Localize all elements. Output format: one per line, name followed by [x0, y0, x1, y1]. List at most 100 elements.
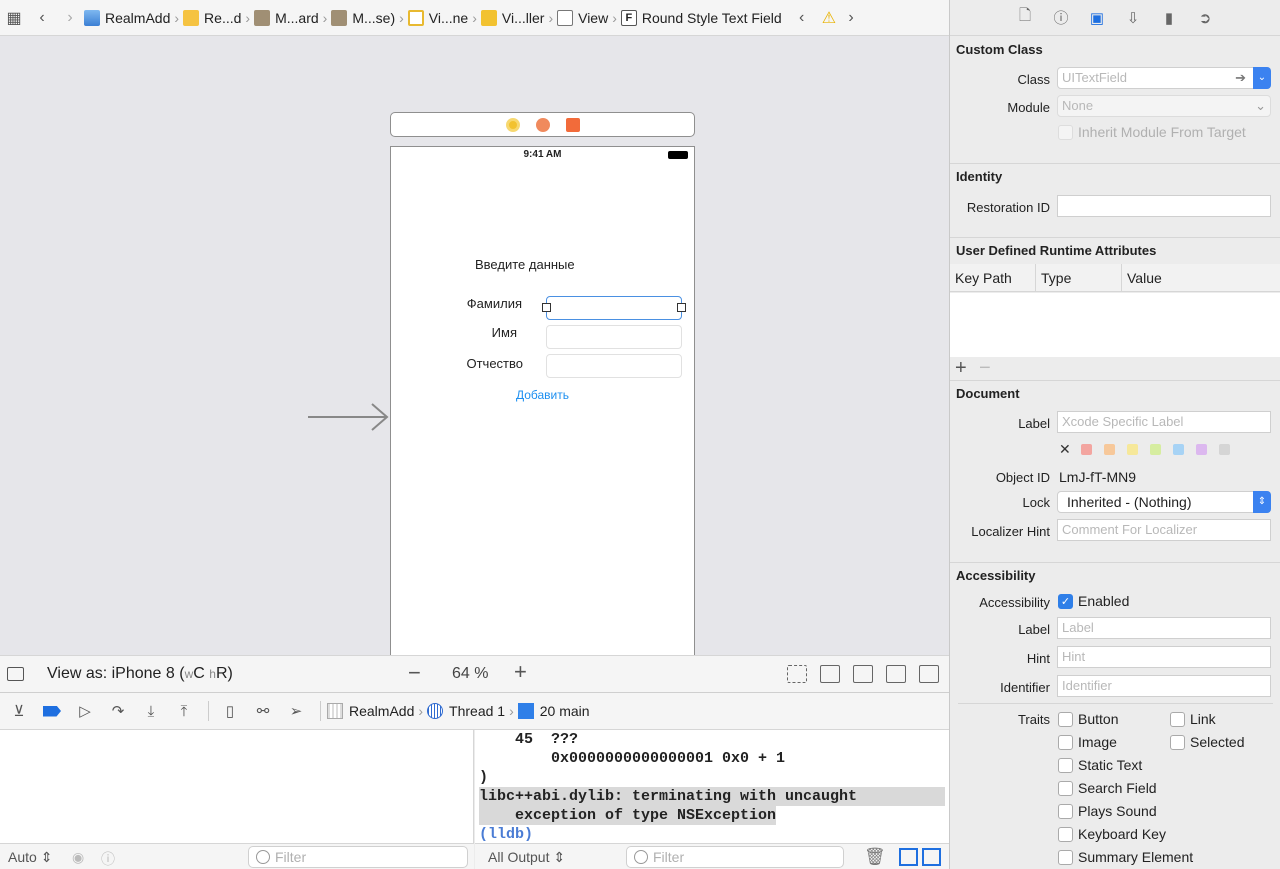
trait-summary-element-checkbox[interactable]	[1058, 850, 1073, 865]
storyboard-canvas[interactable]: 9:41 AM Введите данные Фамилия Имя Отчес…	[0, 36, 949, 655]
acc-label-field[interactable]: Label	[1057, 617, 1271, 639]
attributes-inspector-icon[interactable]: ⇩	[1122, 7, 1144, 29]
file-inspector-icon[interactable]: 🗋	[1014, 7, 1036, 29]
info-icon[interactable]: ⓘ	[101, 849, 115, 869]
console-output[interactable]: 45 ??? 0x0000000000000001 0x0 + 1) libc++…	[475, 730, 949, 843]
resize-handle-right[interactable]	[677, 303, 686, 312]
inherit-module-checkbox[interactable]	[1058, 125, 1073, 140]
key-path-column[interactable]: Key Path	[955, 270, 1012, 286]
trait-button-checkbox[interactable]	[1058, 712, 1073, 727]
size-inspector-icon[interactable]: ▮	[1158, 7, 1180, 29]
crumb-view[interactable]: View	[557, 9, 608, 26]
color-swatch-gray[interactable]	[1219, 444, 1230, 455]
debug-crumb-thread[interactable]: Thread 1	[427, 703, 505, 719]
last-name-text-field[interactable]	[546, 296, 682, 320]
crumb-folder[interactable]: Re...d	[183, 9, 241, 26]
type-column[interactable]: Type	[1041, 270, 1071, 286]
color-swatch-red[interactable]	[1081, 444, 1092, 455]
trait-link-checkbox[interactable]	[1170, 712, 1185, 727]
crumb-project[interactable]: RealmAdd	[84, 9, 170, 26]
view-controller-icon[interactable]	[505, 117, 520, 132]
identity-inspector-icon[interactable]: ▣	[1086, 7, 1108, 29]
entry-point-arrow-icon[interactable]	[308, 402, 390, 432]
class-field[interactable]: UITextField ➔ ⌄	[1057, 67, 1271, 89]
variables-view[interactable]	[0, 730, 474, 843]
crumb-view-controller[interactable]: Vi...ller	[480, 9, 544, 26]
form-title-label[interactable]: Введите данные	[475, 257, 575, 272]
no-color-x-icon[interactable]: ✕	[1059, 441, 1071, 458]
color-swatch-yellow[interactable]	[1127, 444, 1138, 455]
variables-scope-popup[interactable]: Auto ⇕	[8, 849, 52, 866]
lock-popup[interactable]: Inherited - (Nothing) ⇕	[1057, 491, 1271, 513]
crumb-scene[interactable]: Vi...ne	[407, 9, 468, 26]
class-dropdown-chevron-icon[interactable]: ⌄	[1253, 67, 1271, 89]
accessibility-enabled-checkbox[interactable]: ✓	[1058, 594, 1073, 609]
runtime-attributes-list[interactable]	[950, 293, 1280, 357]
acc-identifier-field[interactable]: Identifier	[1057, 675, 1271, 697]
hide-debug-area-icon[interactable]: ⊻	[4, 696, 34, 726]
related-items-icon[interactable]: ▦	[0, 0, 28, 35]
module-field[interactable]: None ⌄	[1057, 95, 1271, 117]
eye-icon[interactable]: ◉	[72, 849, 84, 866]
simulate-location-icon[interactable]: ➢	[281, 696, 311, 726]
debug-view-hierarchy-icon[interactable]: ▯	[215, 696, 245, 726]
output-scope-popup[interactable]: All Output ⇕	[488, 849, 565, 866]
color-swatch-blue[interactable]	[1173, 444, 1184, 455]
crumb-storyboard[interactable]: M...ard	[254, 9, 319, 26]
step-into-icon[interactable]: ⤓	[136, 696, 166, 726]
restoration-id-field[interactable]	[1057, 195, 1271, 217]
trait-plays-sound-checkbox[interactable]	[1058, 804, 1073, 819]
crumb-text-field[interactable]: F Round Style Text Field	[620, 9, 782, 26]
color-swatch-orange[interactable]	[1104, 444, 1115, 455]
debug-crumb-target[interactable]: RealmAdd	[327, 703, 414, 719]
acc-hint-field[interactable]: Hint	[1057, 646, 1271, 668]
step-out-icon[interactable]: ⤒	[169, 696, 199, 726]
back-chevron-icon[interactable]: ‹	[28, 0, 56, 35]
add-constraints-icon[interactable]	[886, 665, 906, 683]
console-filter-field[interactable]: Filter	[626, 846, 844, 868]
previous-issue-chevron-icon[interactable]: ‹	[788, 0, 816, 35]
localizer-hint-field[interactable]: Comment For Localizer	[1057, 519, 1271, 541]
patronymic-label[interactable]: Отчество	[403, 356, 523, 371]
first-name-text-field[interactable]	[546, 325, 682, 349]
quick-help-icon[interactable]: ⓘ	[1050, 7, 1072, 29]
trait-search-field-checkbox[interactable]	[1058, 781, 1073, 796]
document-label-field[interactable]: Xcode Specific Label	[1057, 411, 1271, 433]
value-column[interactable]: Value	[1127, 270, 1162, 286]
resolve-auto-layout-icon[interactable]	[919, 665, 939, 683]
add-button[interactable]: Добавить	[391, 388, 694, 402]
trait-image-checkbox[interactable]	[1058, 735, 1073, 750]
remove-attribute-button[interactable]: −	[979, 357, 991, 379]
next-issue-chevron-icon[interactable]: ›	[842, 0, 860, 35]
embed-in-stack-icon[interactable]	[820, 665, 840, 683]
go-to-arrow-icon[interactable]: ➔	[1235, 68, 1246, 88]
zoom-out-button[interactable]: −	[408, 660, 421, 686]
align-icon[interactable]	[853, 665, 873, 683]
trait-static-text-checkbox[interactable]	[1058, 758, 1073, 773]
warning-icon[interactable]: ⚠	[822, 8, 836, 28]
breakpoints-toggle-icon[interactable]	[37, 696, 67, 726]
last-name-label[interactable]: Фамилия	[402, 296, 522, 311]
connections-inspector-icon[interactable]: ➲	[1194, 7, 1216, 29]
show-variables-view-icon[interactable]	[899, 848, 918, 866]
view-as-device-button[interactable]: View as: iPhone 8 (wC hR)	[47, 665, 233, 683]
color-swatch-purple[interactable]	[1196, 444, 1207, 455]
debug-crumb-frame[interactable]: 20 main	[517, 703, 590, 719]
exit-icon[interactable]	[565, 117, 580, 132]
color-swatch-green[interactable]	[1150, 444, 1161, 455]
document-outline-toggle-icon[interactable]	[7, 667, 24, 681]
patronymic-text-field[interactable]	[546, 354, 682, 378]
trait-keyboard-key-checkbox[interactable]	[1058, 827, 1073, 842]
step-over-icon[interactable]: ↷	[103, 696, 133, 726]
first-name-label[interactable]: Имя	[397, 325, 517, 340]
show-console-view-icon[interactable]	[922, 848, 941, 866]
zoom-in-button[interactable]: +	[514, 659, 527, 685]
variables-filter-field[interactable]: Filter	[248, 846, 468, 868]
forward-chevron-icon[interactable]: ›	[56, 0, 84, 35]
iphone-scene-view[interactable]: 9:41 AM Введите данные Фамилия Имя Отчес…	[390, 146, 695, 655]
update-frames-icon[interactable]	[787, 665, 807, 683]
continue-icon[interactable]: ▷	[70, 696, 100, 726]
crumb-storyboard-base[interactable]: M...se)	[331, 9, 395, 26]
resize-handle-left[interactable]	[542, 303, 551, 312]
first-responder-icon[interactable]	[535, 117, 550, 132]
